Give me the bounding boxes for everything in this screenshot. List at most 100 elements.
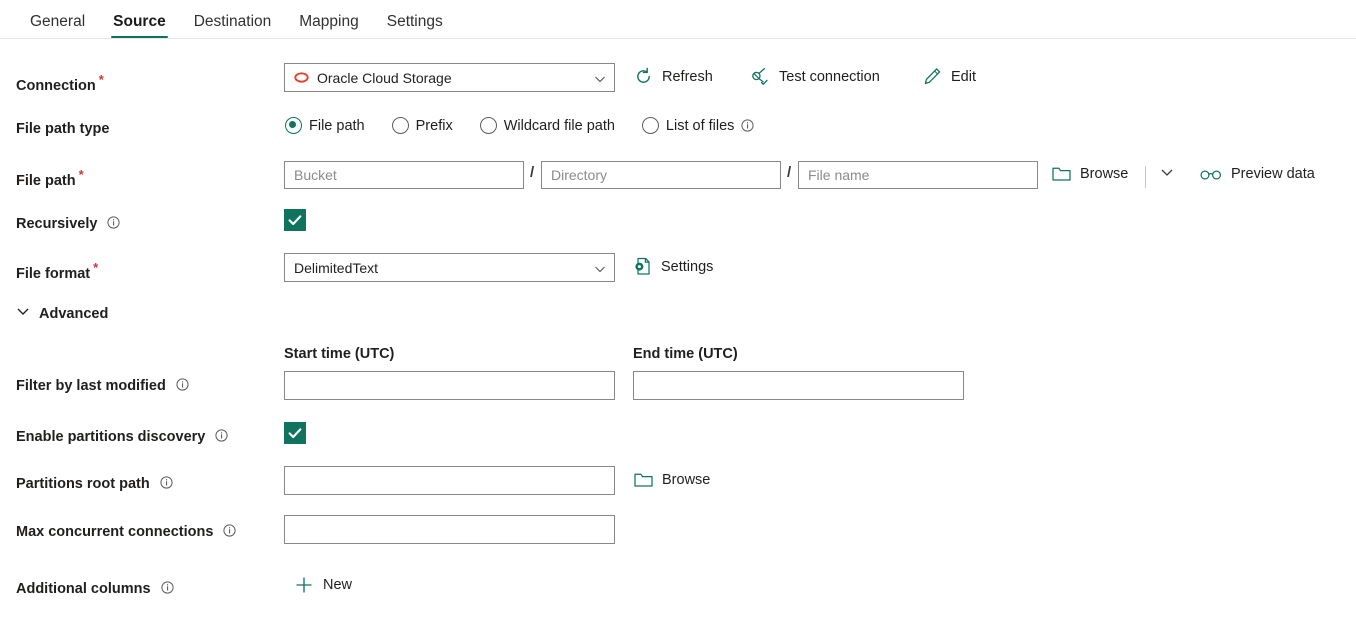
enable-partitions-discovery-label-text: Enable partitions discovery (16, 429, 206, 445)
browse-file-path-label: Browse (1080, 165, 1129, 182)
file-format-label-text: File format (16, 265, 91, 282)
required-asterisk-file-path: * (78, 167, 84, 182)
max-concurrent-connections-input[interactable] (284, 515, 615, 544)
radio-dot-list-of-files (641, 117, 659, 134)
file-format-value: DelimitedText (294, 259, 379, 276)
preview-data-label: Preview data (1231, 166, 1315, 182)
browse-partitions-root-path-button[interactable]: Browse (634, 471, 710, 488)
start-time-input[interactable] (284, 371, 615, 400)
document-gear-icon (633, 257, 652, 276)
chevron-down-icon-advanced (16, 304, 30, 323)
chevron-down-icon-browse (1160, 165, 1174, 179)
recursively-checkbox[interactable] (284, 209, 306, 231)
file-format-dropdown[interactable]: DelimitedText (284, 253, 615, 282)
radio-dot-prefix (391, 117, 409, 134)
file-path-label: File path * (16, 166, 84, 190)
file-path-type-label-text: File path type (16, 121, 110, 137)
info-icon-partitions-root-path[interactable] (160, 476, 173, 489)
radio-list-of-files[interactable]: List of files (641, 117, 755, 134)
enable-partitions-discovery-checkbox[interactable] (284, 422, 306, 444)
tab-destination[interactable]: Destination (180, 13, 286, 39)
browse-partitions-root-path-label: Browse (662, 471, 711, 488)
file-path-type-radio-group: File path Prefix Wildcard file path List… (285, 117, 755, 134)
tab-mapping[interactable]: Mapping (285, 13, 372, 39)
bucket-input[interactable] (284, 161, 524, 189)
add-new-column-button[interactable]: New (294, 575, 352, 595)
tab-settings[interactable]: Settings (373, 13, 457, 39)
additional-columns-label: Additional columns (16, 580, 174, 598)
required-asterisk: * (98, 72, 104, 87)
command-divider (1145, 166, 1146, 188)
oracle-logo-icon (294, 72, 309, 83)
tab-source[interactable]: Source (99, 13, 180, 39)
refresh-label: Refresh (662, 68, 713, 85)
connection-label-text: Connection (16, 77, 96, 94)
file-format-settings-label: Settings (661, 258, 714, 275)
info-icon-max-concurrent-connections[interactable] (223, 524, 237, 537)
radio-dot-wildcard (479, 117, 497, 134)
partitions-root-path-label-text: Partitions root path (16, 476, 150, 492)
folder-icon-partitions (634, 471, 653, 488)
tab-general[interactable]: General (16, 13, 99, 39)
start-time-label: Start time (UTC) (284, 346, 395, 362)
file-path-label-text: File path (16, 172, 76, 189)
tab-bar: General Source Destination Mapping Setti… (0, 0, 1356, 39)
radio-label-list-of-files: List of files (665, 117, 735, 134)
path-separator-2: / (787, 164, 792, 181)
enable-partitions-discovery-label: Enable partitions discovery (16, 428, 229, 446)
refresh-button[interactable]: Refresh (634, 67, 713, 86)
info-icon-list-of-files[interactable] (741, 119, 755, 132)
browse-dropdown-button[interactable] (1160, 165, 1174, 179)
test-connection-button[interactable]: Test connection (750, 67, 880, 87)
radio-file-path[interactable]: File path (285, 117, 365, 134)
preview-data-button[interactable]: Preview data (1200, 166, 1315, 182)
connection-label: Connection * (16, 71, 104, 95)
path-separator-1: / (530, 164, 535, 181)
browse-file-path-button[interactable]: Browse (1052, 165, 1128, 182)
radio-label-file-path: File path (309, 117, 365, 134)
recursively-label: Recursively (16, 215, 121, 233)
directory-input[interactable] (541, 161, 781, 189)
end-time-input[interactable] (633, 371, 964, 400)
info-icon-additional-columns[interactable] (160, 581, 174, 594)
connection-value: Oracle Cloud Storage (317, 69, 452, 86)
add-new-column-label: New (323, 577, 353, 593)
edit-button[interactable]: Edit (923, 67, 976, 86)
source-settings-panel: General Source Destination Mapping Setti… (0, 0, 1356, 620)
connection-dropdown[interactable]: Oracle Cloud Storage (284, 63, 615, 92)
recursively-label-text: Recursively (16, 216, 98, 232)
required-asterisk-file-format: * (93, 260, 99, 275)
plus-icon (294, 575, 314, 595)
advanced-section-toggle[interactable]: Advanced (16, 304, 108, 323)
partitions-root-path-label: Partitions root path (16, 475, 173, 493)
radio-label-prefix: Prefix (415, 117, 453, 134)
file-name-input[interactable] (798, 161, 1038, 189)
plug-check-icon (750, 67, 770, 87)
glasses-icon (1200, 167, 1222, 181)
folder-icon (1052, 165, 1071, 182)
filter-by-last-modified-label-text: Filter by last modified (16, 378, 166, 394)
info-icon-enable-partitions[interactable] (215, 429, 229, 442)
file-format-settings-button[interactable]: Settings (633, 257, 713, 276)
refresh-icon (634, 67, 653, 86)
additional-columns-label-text: Additional columns (16, 581, 151, 597)
end-time-label: End time (UTC) (633, 346, 738, 362)
chevron-down-icon (594, 72, 606, 84)
max-concurrent-connections-label: Max concurrent connections (16, 523, 237, 541)
radio-prefix[interactable]: Prefix (391, 117, 453, 134)
chevron-down-icon-file-format (594, 262, 606, 274)
max-concurrent-connections-label-text: Max concurrent connections (16, 524, 214, 540)
file-format-label: File format * (16, 259, 98, 283)
edit-label: Edit (951, 68, 976, 85)
file-path-type-label: File path type (16, 120, 109, 138)
radio-label-wildcard: Wildcard file path (503, 117, 615, 134)
pencil-icon (923, 67, 942, 86)
partitions-root-path-input[interactable] (284, 466, 615, 495)
info-icon-filter-last-modified[interactable] (176, 378, 189, 391)
info-icon-recursively[interactable] (107, 216, 121, 229)
test-connection-label: Test connection (779, 69, 880, 85)
advanced-label: Advanced (39, 305, 109, 322)
filter-by-last-modified-label: Filter by last modified (16, 377, 189, 395)
radio-dot-file-path (285, 117, 302, 134)
radio-wildcard-file-path[interactable]: Wildcard file path (479, 117, 615, 134)
